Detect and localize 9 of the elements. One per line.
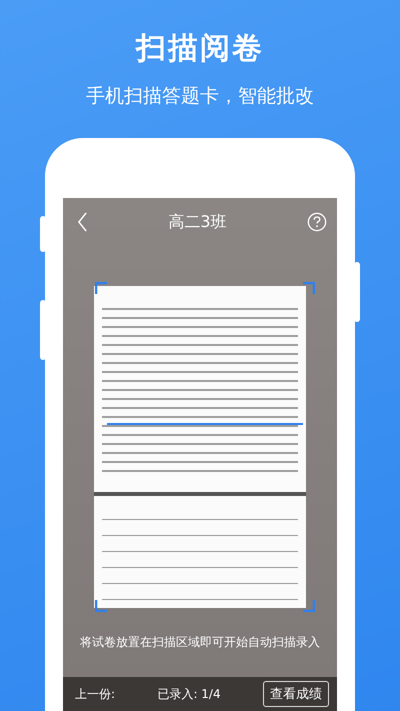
banner-title: 扫描阅卷: [136, 30, 264, 68]
back-icon[interactable]: [77, 212, 88, 232]
previous-label[interactable]: 上一份:: [75, 686, 116, 702]
banner-subtitle: 手机扫描答题卡，智能批改: [86, 84, 314, 109]
help-icon[interactable]: [307, 212, 327, 232]
progress-text: 已录入: 1/4: [157, 686, 221, 702]
view-scores-button[interactable]: 查看成绩: [263, 681, 329, 707]
scan-hint: 将试卷放置在扫描区域即可开始自动扫描录入: [80, 634, 320, 651]
header-title: 高二3班: [168, 212, 227, 232]
